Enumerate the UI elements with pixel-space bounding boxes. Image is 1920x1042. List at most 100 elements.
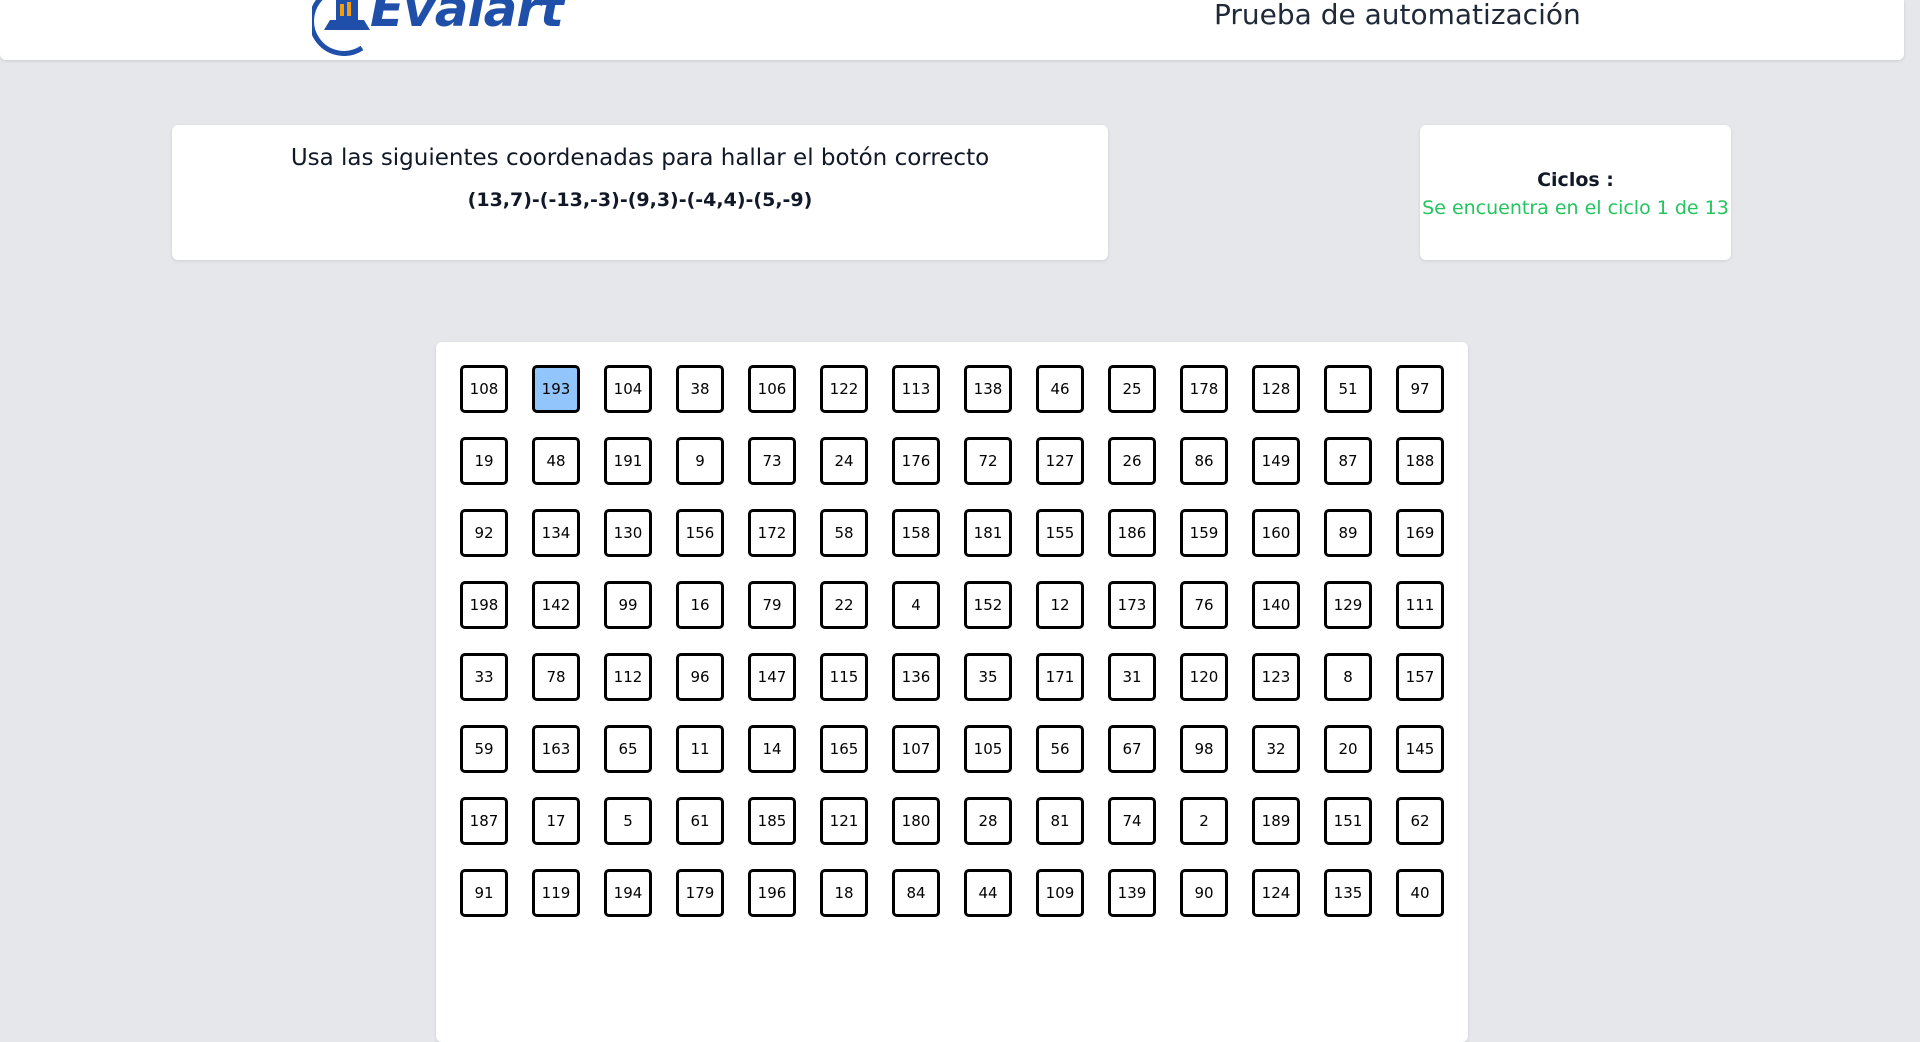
grid-button[interactable]: 165: [820, 725, 868, 773]
grid-button[interactable]: 120: [1180, 653, 1228, 701]
grid-button[interactable]: 115: [820, 653, 868, 701]
grid-button[interactable]: 62: [1396, 797, 1444, 845]
grid-button[interactable]: 127: [1036, 437, 1084, 485]
grid-button[interactable]: 186: [1108, 509, 1156, 557]
grid-button[interactable]: 108: [460, 365, 508, 413]
grid-button[interactable]: 87: [1324, 437, 1372, 485]
grid-button[interactable]: 58: [820, 509, 868, 557]
grid-button[interactable]: 135: [1324, 869, 1372, 917]
grid-button[interactable]: 188: [1396, 437, 1444, 485]
grid-button[interactable]: 112: [604, 653, 652, 701]
grid-button[interactable]: 84: [892, 869, 940, 917]
grid-button[interactable]: 65: [604, 725, 652, 773]
grid-button[interactable]: 31: [1108, 653, 1156, 701]
grid-button[interactable]: 134: [532, 509, 580, 557]
grid-button[interactable]: 61: [676, 797, 724, 845]
grid-button[interactable]: 90: [1180, 869, 1228, 917]
grid-button[interactable]: 20: [1324, 725, 1372, 773]
grid-button[interactable]: 46: [1036, 365, 1084, 413]
grid-button[interactable]: 44: [964, 869, 1012, 917]
grid-button[interactable]: 40: [1396, 869, 1444, 917]
grid-button[interactable]: 176: [892, 437, 940, 485]
grid-button[interactable]: 140: [1252, 581, 1300, 629]
grid-button[interactable]: 149: [1252, 437, 1300, 485]
grid-button[interactable]: 72: [964, 437, 1012, 485]
grid-button[interactable]: 130: [604, 509, 652, 557]
grid-button[interactable]: 18: [820, 869, 868, 917]
grid-button[interactable]: 32: [1252, 725, 1300, 773]
grid-button[interactable]: 129: [1324, 581, 1372, 629]
grid-button[interactable]: 73: [748, 437, 796, 485]
grid-button[interactable]: 113: [892, 365, 940, 413]
grid-button[interactable]: 19: [460, 437, 508, 485]
grid-button[interactable]: 16: [676, 581, 724, 629]
grid-button[interactable]: 163: [532, 725, 580, 773]
grid-button[interactable]: 74: [1108, 797, 1156, 845]
grid-button[interactable]: 122: [820, 365, 868, 413]
grid-button[interactable]: 121: [820, 797, 868, 845]
grid-button[interactable]: 172: [748, 509, 796, 557]
grid-button[interactable]: 158: [892, 509, 940, 557]
grid-button[interactable]: 96: [676, 653, 724, 701]
grid-button[interactable]: 14: [748, 725, 796, 773]
grid-button[interactable]: 139: [1108, 869, 1156, 917]
grid-button[interactable]: 138: [964, 365, 1012, 413]
grid-button[interactable]: 109: [1036, 869, 1084, 917]
grid-button[interactable]: 5: [604, 797, 652, 845]
grid-button[interactable]: 106: [748, 365, 796, 413]
grid-button[interactable]: 4: [892, 581, 940, 629]
grid-button[interactable]: 178: [1180, 365, 1228, 413]
grid-button[interactable]: 187: [460, 797, 508, 845]
grid-button[interactable]: 111: [1396, 581, 1444, 629]
grid-button[interactable]: 136: [892, 653, 940, 701]
grid-button[interactable]: 99: [604, 581, 652, 629]
grid-button[interactable]: 159: [1180, 509, 1228, 557]
grid-button[interactable]: 86: [1180, 437, 1228, 485]
grid-button[interactable]: 91: [460, 869, 508, 917]
grid-button[interactable]: 8: [1324, 653, 1372, 701]
grid-button[interactable]: 97: [1396, 365, 1444, 413]
grid-button[interactable]: 193: [532, 365, 580, 413]
grid-button[interactable]: 119: [532, 869, 580, 917]
grid-button[interactable]: 179: [676, 869, 724, 917]
grid-button[interactable]: 196: [748, 869, 796, 917]
grid-button[interactable]: 160: [1252, 509, 1300, 557]
grid-button[interactable]: 142: [532, 581, 580, 629]
grid-button[interactable]: 56: [1036, 725, 1084, 773]
grid-button[interactable]: 124: [1252, 869, 1300, 917]
grid-button[interactable]: 189: [1252, 797, 1300, 845]
grid-button[interactable]: 24: [820, 437, 868, 485]
grid-button[interactable]: 28: [964, 797, 1012, 845]
grid-button[interactable]: 151: [1324, 797, 1372, 845]
grid-button[interactable]: 194: [604, 869, 652, 917]
grid-button[interactable]: 81: [1036, 797, 1084, 845]
grid-button[interactable]: 185: [748, 797, 796, 845]
grid-button[interactable]: 105: [964, 725, 1012, 773]
grid-button[interactable]: 2: [1180, 797, 1228, 845]
grid-button[interactable]: 104: [604, 365, 652, 413]
grid-button[interactable]: 156: [676, 509, 724, 557]
grid-button[interactable]: 25: [1108, 365, 1156, 413]
grid-button[interactable]: 76: [1180, 581, 1228, 629]
grid-button[interactable]: 35: [964, 653, 1012, 701]
grid-button[interactable]: 191: [604, 437, 652, 485]
grid-button[interactable]: 107: [892, 725, 940, 773]
grid-button[interactable]: 155: [1036, 509, 1084, 557]
grid-button[interactable]: 59: [460, 725, 508, 773]
grid-button[interactable]: 147: [748, 653, 796, 701]
grid-button[interactable]: 22: [820, 581, 868, 629]
grid-button[interactable]: 145: [1396, 725, 1444, 773]
grid-button[interactable]: 152: [964, 581, 1012, 629]
grid-button[interactable]: 171: [1036, 653, 1084, 701]
grid-button[interactable]: 9: [676, 437, 724, 485]
grid-button[interactable]: 169: [1396, 509, 1444, 557]
grid-button[interactable]: 78: [532, 653, 580, 701]
grid-button[interactable]: 17: [532, 797, 580, 845]
grid-button[interactable]: 12: [1036, 581, 1084, 629]
grid-button[interactable]: 128: [1252, 365, 1300, 413]
grid-button[interactable]: 198: [460, 581, 508, 629]
grid-button[interactable]: 157: [1396, 653, 1444, 701]
grid-button[interactable]: 123: [1252, 653, 1300, 701]
grid-button[interactable]: 33: [460, 653, 508, 701]
grid-button[interactable]: 181: [964, 509, 1012, 557]
